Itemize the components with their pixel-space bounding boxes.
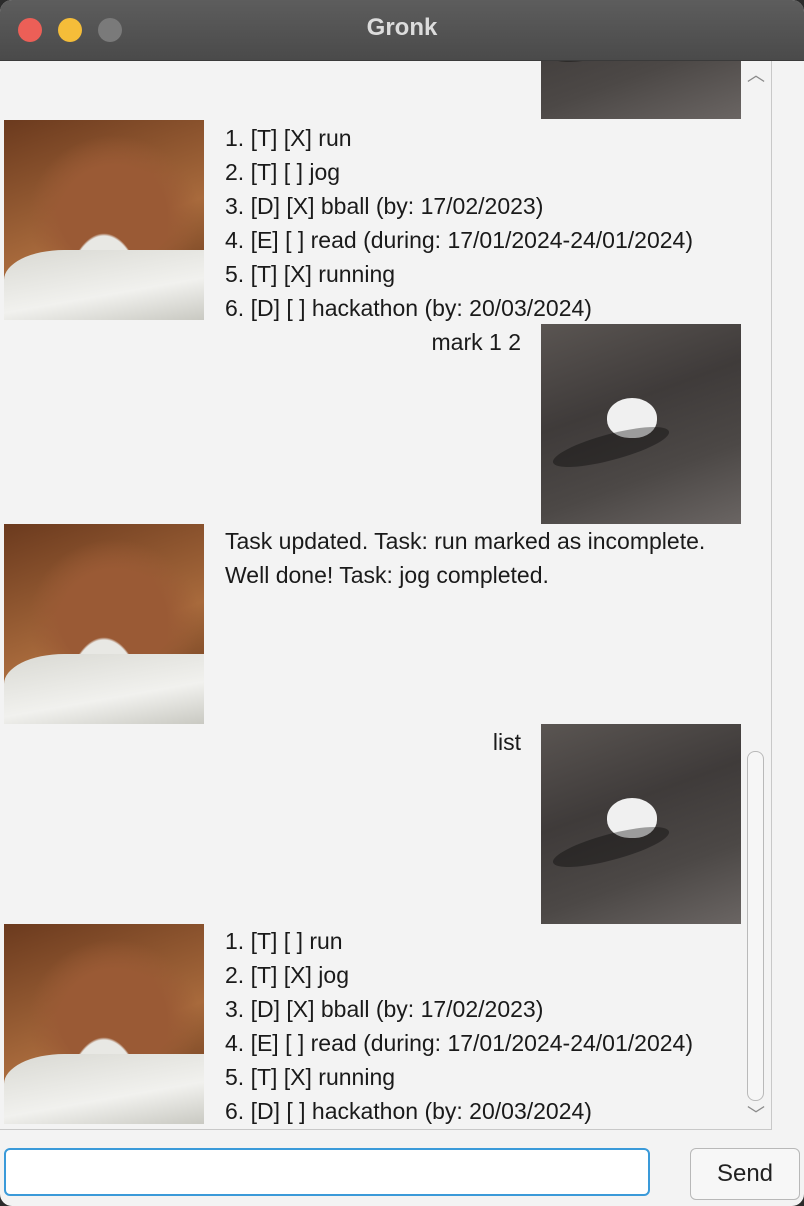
message-line: 2. [T] [X] jog: [225, 962, 349, 988]
bot-message: Task updated. Task: run marked as incomp…: [225, 524, 705, 592]
chat-scroll-pane[interactable]: 1. [T] [X] run 2. [T] [ ] jog 3. [D] [X]…: [0, 61, 772, 1130]
message-line: 5. [T] [X] running: [225, 261, 396, 287]
user-avatar: [541, 61, 741, 119]
message-line: 6. [D] [ ] hackathon (by: 20/03/2024): [225, 295, 592, 321]
window-title: Gronk: [366, 14, 438, 41]
message-line: 4. [E] [ ] read (during: 17/01/2024-24/0…: [225, 1030, 693, 1056]
user-avatar: [541, 724, 741, 924]
bot-message: 1. [T] [ ] run 2. [T] [X] jog 3. [D] [X]…: [225, 924, 693, 1128]
message-line: 4. [E] [ ] read (during: 17/01/2024-24/0…: [225, 227, 693, 253]
send-button[interactable]: Send: [690, 1148, 800, 1200]
vertical-scrollbar[interactable]: ︿ ﹀: [741, 61, 770, 1129]
message-line: 1. [T] [X] run: [225, 125, 352, 151]
message-line: 2. [T] [ ] jog: [225, 159, 341, 185]
message-line: 3. [D] [X] bball (by: 17/02/2023): [225, 193, 544, 219]
bot-avatar: [4, 524, 204, 724]
message-line: 5. [T] [X] running: [225, 1064, 396, 1090]
title-bar: Gronk: [0, 0, 804, 61]
app-window: Gronk 1. [T] [X] run 2. [T] [ ] jog 3. […: [0, 0, 804, 1206]
bot-message: 1. [T] [X] run 2. [T] [ ] jog 3. [D] [X]…: [225, 121, 693, 325]
scrollbar-thumb[interactable]: [747, 751, 764, 1101]
message-line: Task updated. Task: run marked as incomp…: [225, 528, 706, 554]
user-message: mark 1 2: [431, 329, 521, 355]
user-message: list: [492, 729, 521, 755]
message-line: Well done! Task: jog completed.: [225, 562, 549, 588]
bot-avatar: [4, 120, 204, 320]
bot-avatar: [4, 924, 204, 1124]
message-input[interactable]: [4, 1148, 650, 1196]
chevron-down-icon[interactable]: ﹀: [747, 1101, 765, 1127]
chevron-up-icon[interactable]: ︿: [747, 61, 765, 87]
message-line: 6. [D] [ ] hackathon (by: 20/03/2024): [225, 1098, 592, 1124]
message-line: 3. [D] [X] bball (by: 17/02/2023): [225, 996, 544, 1022]
message-line: 1. [T] [ ] run: [225, 928, 343, 954]
user-avatar: [541, 324, 741, 524]
